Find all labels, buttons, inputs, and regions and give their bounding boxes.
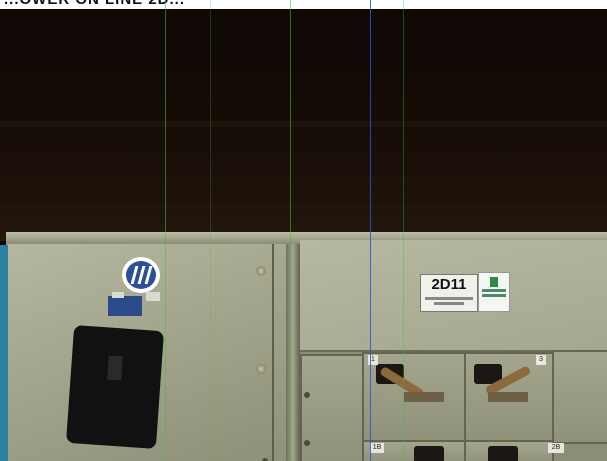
ground-symbol-icon — [478, 272, 510, 312]
cell-tag: 2B — [548, 443, 564, 453]
disconnect-window — [414, 446, 444, 461]
guide-line — [290, 0, 291, 461]
handle-slot — [107, 355, 123, 381]
blue-side-edge — [0, 245, 8, 461]
lever-bracket — [488, 392, 528, 402]
door-hinge — [256, 266, 266, 276]
guide-line — [210, 0, 211, 461]
cropped-caption-text: ...OWER ON LINE 2D... — [4, 0, 185, 8]
blue-sticker — [108, 296, 142, 316]
cabinet-seam — [286, 244, 300, 461]
panel-id-label: 2D11 — [420, 274, 478, 312]
disconnect-window — [488, 446, 518, 461]
cell-tag: 1B — [370, 443, 384, 453]
operating-handle-plate — [65, 325, 165, 449]
guide-line — [370, 0, 371, 461]
switchgear-photo: ...OWER ON LINE 2D... 2D11 — [0, 0, 607, 461]
small-sticker — [112, 292, 124, 298]
lever-bracket — [404, 392, 444, 402]
breaker-cell — [552, 350, 607, 444]
guide-line — [403, 0, 404, 461]
manufacturer-logo-icon — [122, 257, 160, 293]
ceiling-beam — [0, 121, 607, 127]
panel-bolt — [304, 392, 310, 398]
dark-ceiling — [0, 9, 607, 241]
small-sticker — [146, 292, 160, 301]
guide-line — [165, 0, 166, 461]
panel-id-text: 2D11 — [431, 276, 467, 293]
cell-tag: 3 — [536, 355, 546, 365]
door-hinge — [256, 364, 266, 374]
breaker-cell — [300, 354, 364, 461]
label-fine-print — [434, 302, 464, 305]
cropped-caption-strip: ...OWER ON LINE 2D... — [0, 0, 607, 9]
panel-bolt — [304, 440, 310, 446]
ceiling-beam — [0, 177, 607, 183]
ceiling-beam — [0, 205, 607, 209]
label-fine-print — [425, 297, 473, 300]
